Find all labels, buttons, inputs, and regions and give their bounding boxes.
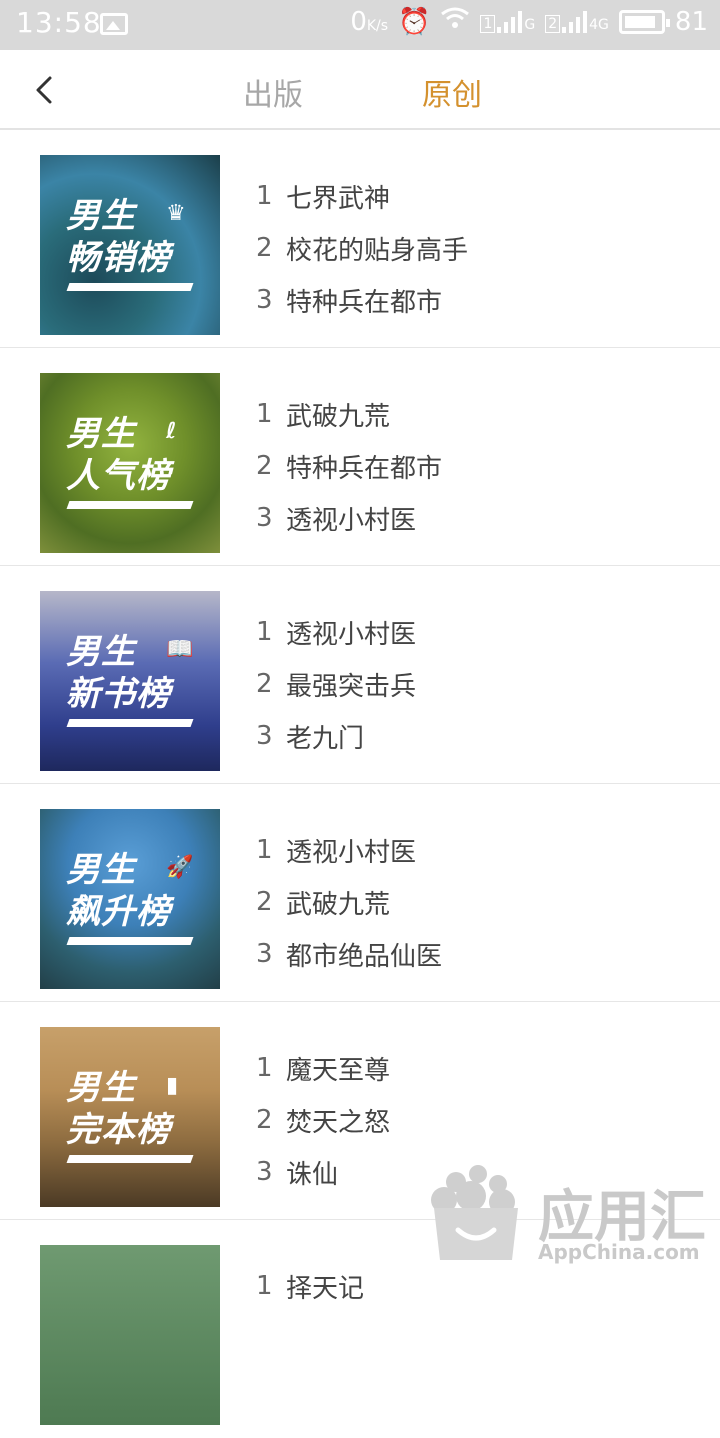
sim2-signal: 2 4G — [545, 10, 609, 33]
top-books: 1 择天记 — [256, 1260, 364, 1312]
cover-title-line2: 飙升榜 — [66, 892, 171, 932]
cover-title-line2: 畅销榜 — [66, 238, 171, 278]
status-time: 13:58 — [16, 6, 102, 39]
image-notification-icon — [100, 13, 128, 35]
battery-icon — [618, 9, 670, 34]
cover-title-line1: 男生 — [66, 414, 136, 454]
cover-title-line2: 人气榜 — [66, 456, 171, 496]
chevron-left-icon — [36, 76, 52, 104]
book-item[interactable]: 2 特种兵在都市 — [256, 440, 442, 492]
board-cover[interactable]: 男生 📖 新书榜 — [40, 591, 220, 771]
book-item[interactable]: 2 校花的贴身高手 — [256, 222, 468, 274]
top-books: 1 透视小村医 2 最强突击兵 3 老九门 — [256, 606, 416, 762]
ranking-board[interactable]: 男生 📖 新书榜 1 透视小村医 2 最强突击兵 3 老九门 — [0, 566, 720, 784]
appchina-watermark: 应用汇 AppChina.com — [420, 1160, 720, 1280]
cover-title-line2: 新书榜 — [66, 674, 171, 714]
back-button[interactable] — [26, 68, 70, 112]
crown-icon: ♛ — [166, 201, 186, 226]
ranking-board[interactable]: 男生 🚀 飙升榜 1 透视小村医 2 武破九荒 3 都市绝品仙医 — [0, 784, 720, 1002]
status-bar: 13:58 0K/s ⏰ 1 G 2 4G 81 — [0, 0, 720, 50]
book-item[interactable]: 3 老九门 — [256, 710, 416, 762]
board-cover[interactable] — [40, 1245, 220, 1425]
book-item[interactable]: 1 魔天至尊 — [256, 1042, 390, 1094]
rocket-icon: 🚀 — [166, 855, 194, 880]
sim1-signal: 1 G — [480, 10, 535, 33]
cover-underline — [66, 719, 194, 727]
board-cover[interactable]: 男生 ♛ 畅销榜 — [40, 155, 220, 335]
finished-book-icon: ▮ — [166, 1073, 179, 1098]
board-cover[interactable]: 男生 ℓ 人气榜 — [40, 373, 220, 553]
cover-underline — [66, 1155, 194, 1163]
book-icon: 📖 — [166, 637, 194, 662]
book-item[interactable]: 1 透视小村医 — [256, 824, 442, 876]
status-indicators: 0K/s ⏰ 1 G 2 4G 81 — [350, 6, 708, 37]
cover-underline — [66, 501, 194, 509]
top-books: 1 魔天至尊 2 焚天之怒 3 诛仙 — [256, 1042, 390, 1198]
alarm-icon: ⏰ — [398, 6, 431, 37]
book-item[interactable]: 2 武破九荒 — [256, 876, 442, 928]
top-nav-bar: 出版 原创 — [0, 50, 720, 130]
book-item[interactable]: 2 焚天之怒 — [256, 1094, 390, 1146]
appchina-logo-icon — [431, 1165, 518, 1260]
book-item[interactable]: 3 透视小村医 — [256, 492, 442, 544]
cover-title-line2: 完本榜 — [66, 1110, 171, 1150]
cover-underline — [66, 937, 194, 945]
top-books: 1 七界武神 2 校花的贴身高手 3 特种兵在都市 — [256, 170, 468, 326]
cover-underline — [66, 283, 194, 291]
board-cover[interactable]: 男生 🚀 飙升榜 — [40, 809, 220, 989]
tab-original[interactable]: 原创 — [422, 70, 482, 114]
wifi-icon — [440, 6, 470, 37]
book-item[interactable]: 2 最强突击兵 — [256, 658, 416, 710]
book-item[interactable]: 3 都市绝品仙医 — [256, 928, 442, 980]
book-item[interactable]: 1 七界武神 — [256, 170, 468, 222]
ranking-board[interactable]: 男生 ♛ 畅销榜 1 七界武神 2 校花的贴身高手 3 特种兵在都市 — [0, 130, 720, 348]
book-item[interactable]: 1 透视小村医 — [256, 606, 416, 658]
book-item[interactable]: 1 武破九荒 — [256, 388, 442, 440]
tab-publish[interactable]: 出版 — [243, 70, 303, 114]
watermark-subtext: AppChina.com — [538, 1240, 700, 1264]
cover-title-line1: 男生 — [66, 1068, 136, 1108]
top-books: 1 透视小村医 2 武破九荒 3 都市绝品仙医 — [256, 824, 442, 980]
network-speed: 0K/s — [350, 6, 389, 37]
person-icon: ℓ — [166, 419, 177, 444]
book-item[interactable]: 3 特种兵在都市 — [256, 274, 468, 326]
book-item[interactable]: 3 诛仙 — [256, 1146, 390, 1198]
board-cover[interactable]: 男生 ▮ 完本榜 — [40, 1027, 220, 1207]
top-books: 1 武破九荒 2 特种兵在都市 3 透视小村医 — [256, 388, 442, 544]
ranking-board[interactable]: 男生 ℓ 人气榜 1 武破九荒 2 特种兵在都市 3 透视小村医 — [0, 348, 720, 566]
battery-level: 81 — [674, 6, 708, 37]
book-item[interactable]: 1 择天记 — [256, 1260, 364, 1312]
